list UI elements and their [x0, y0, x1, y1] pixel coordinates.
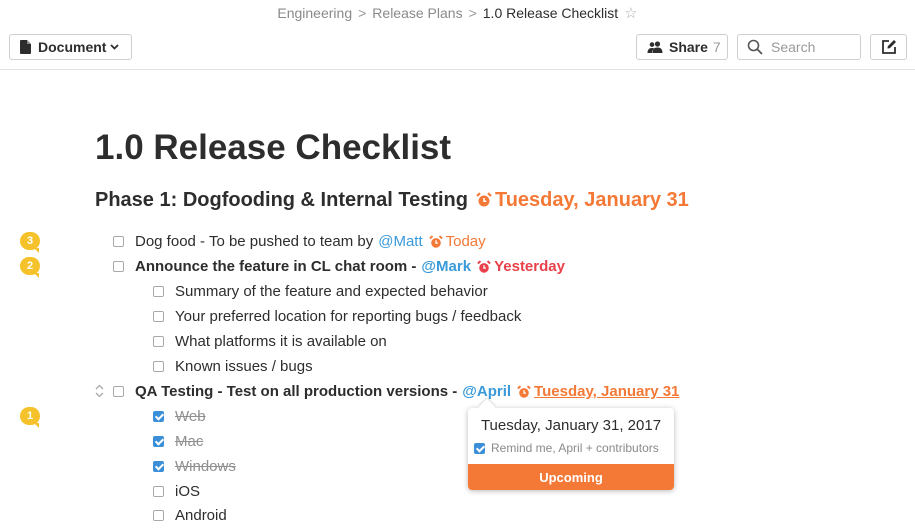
task-due-text: Yesterday [494, 258, 565, 275]
list-item: iOS [153, 479, 200, 504]
list-item: Known issues / bugs [153, 354, 313, 379]
breadcrumb: Engineering > Release Plans >1.0 Release Ch… [0, 4, 915, 23]
task-due-text: Today [445, 233, 486, 250]
task-text[interactable]: Known issues / bugs [175, 358, 313, 375]
breadcrumb-item-release-plans[interactable]: Release Plans [372, 5, 462, 21]
mention-link[interactable]: @Mark [421, 258, 471, 275]
remind-option[interactable]: Remind me, April + contributors [474, 441, 659, 455]
task-text[interactable]: Summary of the feature and expected beha… [175, 283, 488, 300]
people-icon [647, 41, 663, 53]
task-text[interactable]: Web [175, 408, 206, 425]
list-item: Dog food - To be pushed to team by @Matt… [113, 229, 486, 254]
task-due-date[interactable]: Tuesday, January 31 [517, 383, 679, 400]
upcoming-button[interactable]: Upcoming [468, 464, 674, 490]
task-checkbox[interactable] [153, 411, 164, 422]
share-count: 7 [712, 39, 721, 55]
task-checkbox[interactable] [153, 486, 164, 497]
task-checkbox[interactable] [153, 286, 164, 297]
breadcrumb-item-engineering[interactable]: Engineering [277, 5, 352, 21]
phase-due-text: Tuesday, January 31 [494, 189, 689, 211]
alarm-clock-icon [477, 259, 491, 273]
edit-icon [881, 40, 896, 54]
popover-date[interactable]: Tuesday, January 31, 2017 [468, 417, 674, 434]
task-checkbox[interactable] [153, 510, 164, 521]
task-checkbox[interactable] [113, 236, 124, 247]
share-label: Share [669, 39, 708, 55]
comment-badge-icon[interactable]: 2 [20, 257, 40, 278]
task-text[interactable]: Windows [175, 458, 236, 475]
task-due-date[interactable]: Today [428, 233, 486, 250]
task-checkbox[interactable] [153, 436, 164, 447]
breadcrumb-separator: > [468, 5, 477, 21]
list-item: Summary of the feature and expected beha… [153, 279, 488, 304]
chevron-down-icon [110, 44, 120, 50]
breadcrumb-current: 1.0 Release Checklist [482, 5, 619, 21]
list-item: QA Testing - Test on all production vers… [113, 379, 679, 404]
task-text[interactable]: Mac [175, 433, 203, 450]
remind-label: Remind me, April + contributors [491, 441, 659, 455]
list-item: What platforms it is available on [153, 329, 387, 354]
task-text[interactable]: Announce the feature in CL chat room - [135, 258, 416, 275]
breadcrumb-separator: > [358, 5, 367, 21]
task-checkbox[interactable] [153, 461, 164, 472]
search-field[interactable] [737, 34, 861, 60]
list-item: Announce the feature in CL chat room - @… [113, 254, 565, 279]
list-item: Windows [153, 454, 236, 479]
remind-checkbox[interactable] [474, 442, 485, 454]
phase-heading[interactable]: Phase 1: Dogfooding & Internal Testing T… [95, 186, 689, 214]
comment-badge-icon[interactable]: 3 [20, 232, 40, 253]
task-text[interactable]: Android [175, 507, 227, 524]
task-checkbox[interactable] [153, 361, 164, 372]
mention-link[interactable]: @Matt [378, 233, 422, 250]
task-text[interactable]: Your preferred location for reporting bu… [175, 308, 521, 325]
list-item: Android [153, 503, 227, 528]
document-icon [20, 40, 31, 54]
phase-label: Phase 1: Dogfooding & Internal Testing [95, 189, 468, 211]
alarm-clock-icon [517, 384, 531, 398]
list-item: Mac [153, 429, 203, 454]
document-menu-button[interactable]: Document [9, 34, 132, 60]
task-text[interactable]: What platforms it is available on [175, 333, 387, 350]
task-text[interactable]: QA Testing - Test on all production vers… [135, 383, 457, 400]
document-menu-label: Document [38, 39, 107, 55]
alarm-clock-icon [476, 192, 492, 207]
toolbar-divider [0, 69, 915, 70]
star-icon[interactable]: ☆ [624, 5, 637, 22]
task-checkbox[interactable] [113, 386, 124, 397]
task-text[interactable]: iOS [175, 483, 200, 500]
reorder-icon[interactable] [95, 384, 104, 398]
task-due-date[interactable]: Yesterday [477, 258, 565, 275]
list-item: Your preferred location for reporting bu… [153, 304, 521, 329]
task-due-text: Tuesday, January 31 [534, 383, 680, 400]
phase-due-date[interactable]: Tuesday, January 31 [476, 186, 689, 214]
alarm-clock-icon [428, 234, 443, 248]
task-checkbox[interactable] [153, 311, 164, 322]
edit-button[interactable] [870, 34, 907, 60]
task-checkbox[interactable] [153, 336, 164, 347]
list-item: Web [153, 404, 206, 429]
document-title[interactable]: 1.0 Release Checklist [95, 126, 451, 170]
share-button[interactable]: Share 7 [636, 34, 728, 60]
comment-badge-icon[interactable]: 1 [20, 407, 40, 428]
task-text[interactable]: Dog food - To be pushed to team by [135, 233, 373, 250]
search-input[interactable] [771, 39, 856, 55]
due-date-popover: Tuesday, January 31, 2017 Remind me, Apr… [468, 408, 674, 490]
search-icon [747, 39, 763, 55]
task-checkbox[interactable] [113, 261, 124, 272]
